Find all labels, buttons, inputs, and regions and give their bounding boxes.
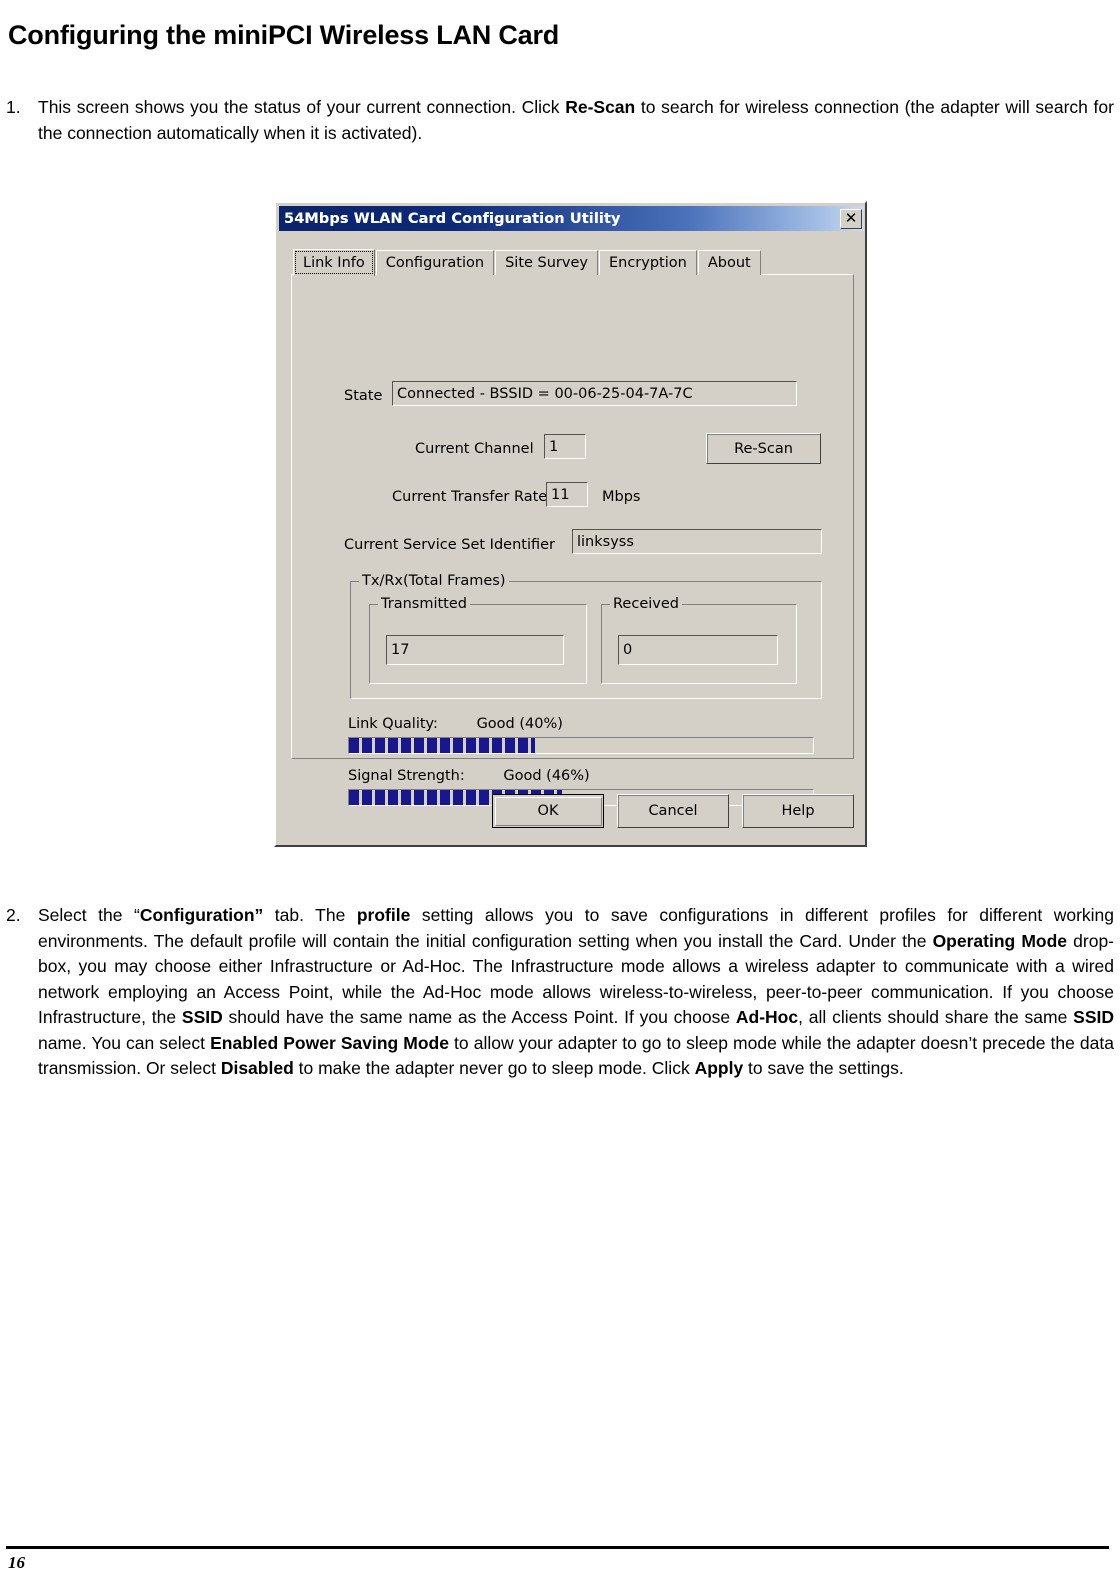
ok-button-label: OK (494, 796, 602, 826)
step-text: Select the “Configuration” tab. The prof… (38, 905, 1115, 1078)
txrx-total-frames-group: Tx/Rx(Total Frames) Transmitted 17 Recei… (350, 573, 822, 699)
page-title: Configuring the miniPCI Wireless LAN Car… (8, 20, 560, 51)
link-quality-label: Link Quality: (348, 716, 438, 732)
link-quality-meter (348, 737, 814, 754)
mbps-unit-label: Mbps (602, 489, 641, 505)
current-channel-label: Current Channel (415, 441, 534, 457)
state-value-field: Connected - BSSID = 00-06-25-04-7A-7C (392, 381, 797, 406)
signal-strength-value: Good (46%) (503, 768, 590, 784)
step-number: 1. (6, 97, 21, 117)
transmitted-value-field: 17 (386, 635, 564, 665)
page-number: 16 (8, 1553, 25, 1572)
signal-strength-label: Signal Strength: (348, 768, 465, 784)
link-quality-meter-fill (349, 738, 535, 753)
dialog-titlebar: 54Mbps WLAN Card Configuration Utility ✕ (279, 206, 864, 231)
numbered-step-2: 2. Select the “Configuration” tab. The p… (6, 903, 1114, 1082)
tab-encryption[interactable]: Encryption (598, 250, 697, 275)
wlan-config-dialog: 54Mbps WLAN Card Configuration Utility ✕… (274, 201, 867, 847)
current-transfer-rate-value-field: 11 (546, 482, 588, 507)
close-x-icon[interactable]: ✕ (840, 208, 862, 229)
dialog-inner-frame: 54Mbps WLAN Card Configuration Utility ✕… (276, 203, 865, 845)
ssid-label: Current Service Set Identifier (344, 537, 556, 553)
step-number: 2. (6, 905, 21, 925)
dialog-title: 54Mbps WLAN Card Configuration Utility (284, 210, 621, 227)
current-channel-value-field: 1 (544, 434, 586, 459)
numbered-step-1: 1. This screen shows you the status of y… (6, 95, 1114, 146)
received-group-legend: Received (610, 596, 682, 612)
link-info-panel: State Connected - BSSID = 00-06-25-04-7A… (291, 274, 854, 806)
tab-link-info[interactable]: Link Info (293, 249, 375, 276)
tab-strip: Link Info Configuration Site Survey Encr… (293, 249, 762, 276)
transmitted-group: Transmitted 17 (369, 596, 587, 684)
state-label: State (344, 388, 383, 404)
step-text: This screen shows you the status of your… (38, 97, 1114, 143)
ssid-value-field: linksyss (572, 529, 822, 554)
footer-divider (6, 1546, 1109, 1549)
link-quality-label-row: Link Quality: Good (40%) (348, 716, 563, 732)
link-quality-value: Good (40%) (476, 716, 563, 732)
txrx-group-legend: Tx/Rx(Total Frames) (359, 573, 509, 589)
signal-strength-label-row: Signal Strength: Good (46%) (348, 768, 590, 784)
re-scan-button[interactable]: Re-Scan (706, 433, 821, 464)
received-value-field: 0 (618, 635, 778, 665)
document-page: Configuring the miniPCI Wireless LAN Car… (0, 0, 1120, 1594)
help-button[interactable]: Help (742, 794, 854, 828)
tab-site-survey[interactable]: Site Survey (495, 250, 598, 275)
transmitted-group-legend: Transmitted (378, 596, 470, 612)
received-group: Received 0 (601, 596, 797, 684)
tab-about[interactable]: About (697, 250, 761, 275)
tab-configuration[interactable]: Configuration (375, 250, 495, 275)
ok-button[interactable]: OK (492, 794, 604, 828)
current-transfer-rate-label: Current Transfer Rate (392, 489, 548, 505)
cancel-button[interactable]: Cancel (617, 794, 729, 828)
